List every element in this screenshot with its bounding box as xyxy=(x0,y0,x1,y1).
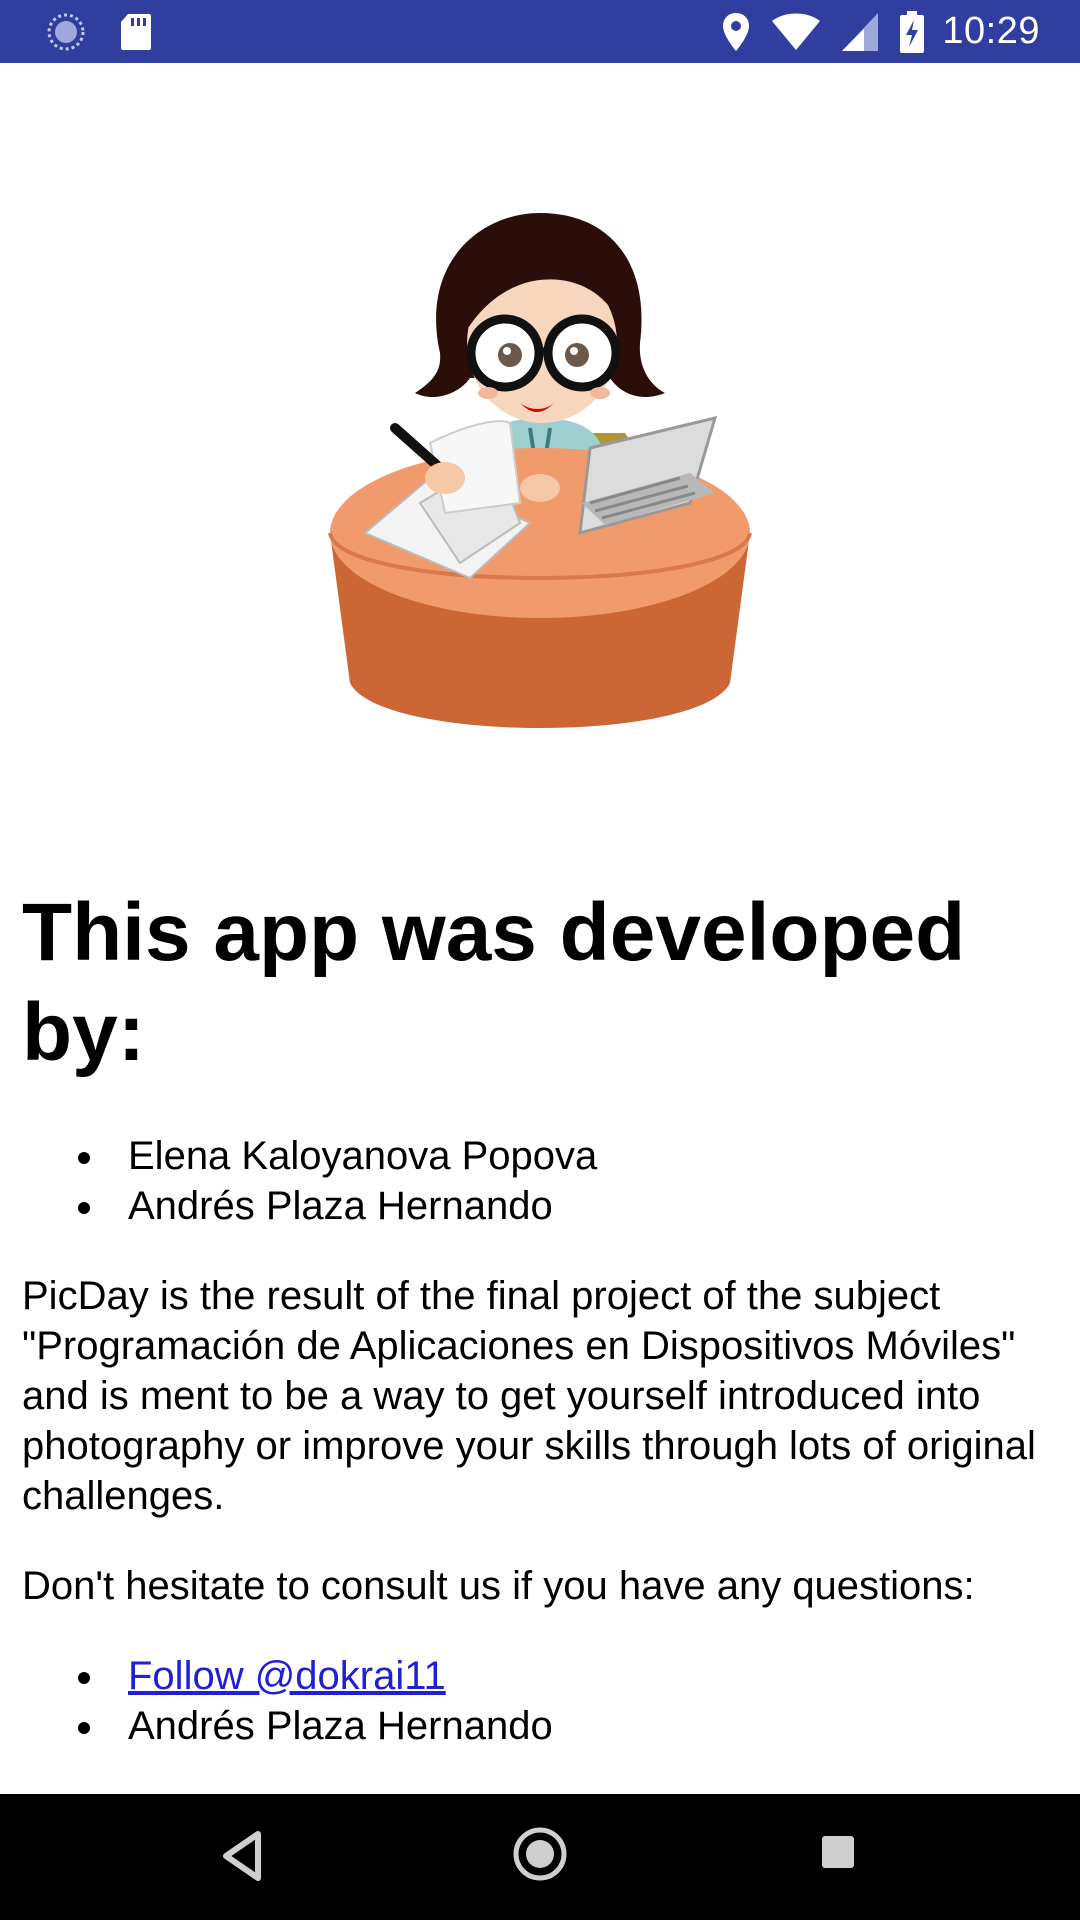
developers-list: Elena Kaloyanova Popova Andrés Plaza Her… xyxy=(22,1131,1062,1231)
about-text: This app was developed by: Elena Kaloyan… xyxy=(22,883,1062,1751)
list-item: Follow @dokrai11 xyxy=(78,1651,1062,1701)
signal-icon xyxy=(842,12,879,51)
about-page: This app was developed by: Elena Kaloyan… xyxy=(0,63,1080,1794)
app-description: PicDay is the result of the final projec… xyxy=(22,1274,1036,1518)
recents-icon[interactable] xyxy=(820,1834,856,1870)
list-item: Andrés Plaza Hernando xyxy=(78,1701,1062,1751)
sd-card-icon xyxy=(121,13,151,50)
back-icon[interactable] xyxy=(222,1830,262,1882)
status-left-icons xyxy=(46,12,186,52)
home-icon[interactable] xyxy=(512,1826,568,1882)
contact-prompt: Don't hesitate to consult us if you have… xyxy=(22,1564,975,1608)
contacts-list: Follow @dokrai11 Andrés Plaza Hernando xyxy=(22,1651,1062,1751)
wifi-icon xyxy=(772,13,821,50)
list-item: Andrés Plaza Hernando xyxy=(78,1181,1062,1231)
status-bar: 10:29 xyxy=(0,0,1080,63)
location-icon xyxy=(723,12,750,51)
status-right-icons: 10:29 xyxy=(700,10,1040,53)
follow-twitter-link[interactable]: Follow @dokrai11 xyxy=(128,1654,446,1698)
battery-charging-icon xyxy=(900,10,925,53)
navigation-bar xyxy=(0,1794,1080,1920)
page-title: This app was developed by: xyxy=(22,887,966,1078)
sync-icon xyxy=(47,13,85,50)
list-item: Elena Kaloyanova Popova xyxy=(78,1131,1062,1181)
developer-at-desk-illustration xyxy=(328,213,752,728)
status-clock: 10:29 xyxy=(942,10,1040,52)
